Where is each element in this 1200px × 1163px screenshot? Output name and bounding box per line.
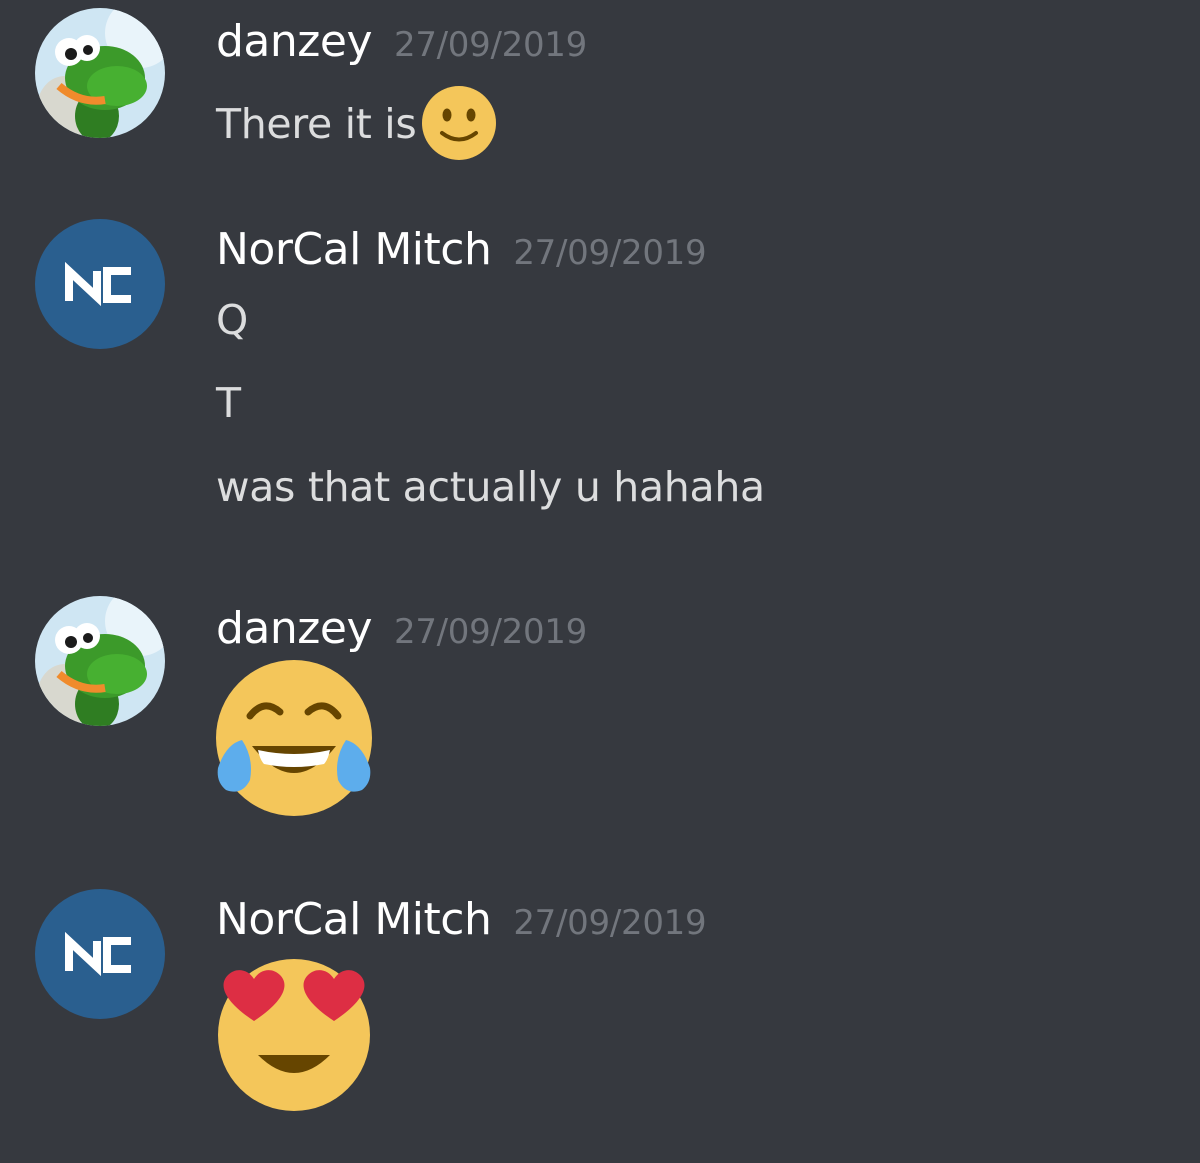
message-text: There it is (216, 86, 498, 166)
message-text: Q (216, 296, 248, 344)
message-text: was that actually u hahaha (216, 463, 765, 511)
username[interactable]: NorCal Mitch (216, 224, 492, 275)
username[interactable]: danzey (216, 603, 372, 654)
avatar[interactable] (35, 596, 165, 726)
yoshi-avatar-icon (35, 596, 165, 726)
avatar[interactable] (35, 889, 165, 1019)
timestamp: 27/09/2019 (513, 903, 707, 943)
norcal-logo-icon (35, 889, 165, 1019)
chat-log: danzey 27/09/2019 There it is NorCal Mitc… (0, 0, 1200, 1163)
message-header: NorCal Mitch 27/09/2019 (216, 228, 707, 273)
timestamp: 27/09/2019 (513, 233, 707, 273)
yoshi-avatar-icon (35, 8, 165, 138)
username[interactable]: NorCal Mitch (216, 894, 492, 945)
message-text: T (216, 379, 241, 427)
message-content: There it is (216, 100, 417, 148)
timestamp: 27/09/2019 (393, 612, 587, 652)
norcal-logo-icon (35, 219, 165, 349)
message-header: danzey 27/09/2019 (216, 607, 587, 651)
timestamp: 27/09/2019 (393, 25, 587, 65)
message-header: NorCal Mitch 27/09/2019 (216, 898, 707, 943)
message-header: danzey 27/09/2019 (216, 20, 587, 64)
slightly-smiling-face-icon (422, 86, 497, 160)
tears-of-joy-icon (216, 660, 372, 816)
avatar[interactable] (35, 219, 165, 349)
avatar[interactable] (35, 8, 165, 138)
heart-eyes-icon (218, 959, 370, 1111)
username[interactable]: danzey (216, 16, 372, 67)
